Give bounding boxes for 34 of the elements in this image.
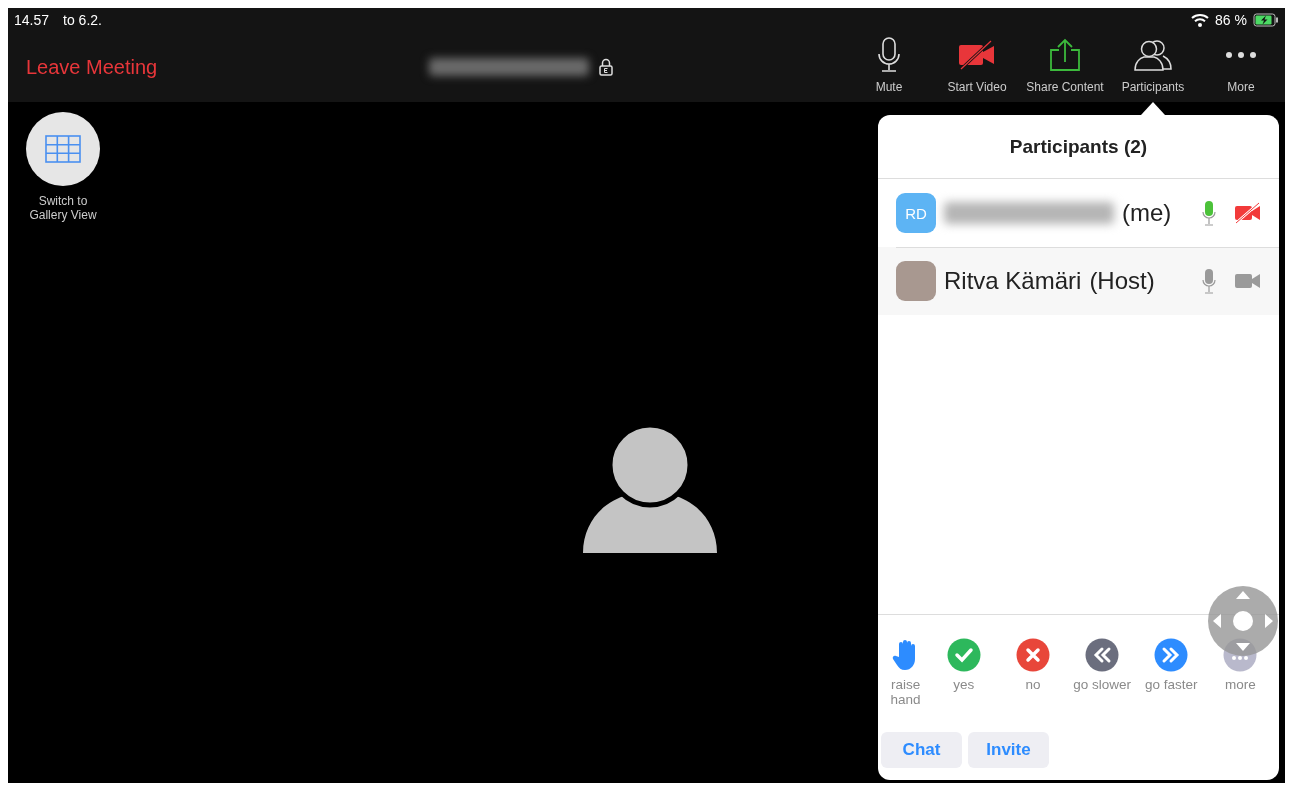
participant-role: (Host)	[1089, 267, 1155, 295]
cross-circle-icon	[1015, 638, 1050, 672]
check-circle-icon	[946, 638, 981, 672]
participant-row[interactable]: RD (me)	[878, 179, 1279, 247]
grid-icon	[45, 135, 81, 163]
panel-button[interactable]: Chat	[881, 732, 962, 768]
person-silhouette-icon	[582, 425, 718, 555]
start-video-button[interactable]: Start Video	[933, 32, 1021, 115]
reaction-button[interactable]: yes	[930, 637, 997, 710]
panel-button[interactable]: Invite	[968, 732, 1049, 768]
status-date: to 6.2.	[63, 12, 102, 28]
participant-name: Ritva Kämäri	[944, 267, 1082, 295]
floating-navigation-overlay[interactable]	[1207, 585, 1279, 657]
participant-role: (me)	[1122, 199, 1172, 227]
panel-title: Participants (2)	[878, 115, 1279, 179]
people-icon	[1133, 39, 1173, 71]
reaction-button[interactable]: no	[999, 637, 1066, 710]
initials-avatar: RD	[896, 193, 936, 233]
status-time: 14.57	[14, 12, 50, 28]
wifi-icon	[1191, 13, 1210, 27]
reaction-button[interactable]: go slower	[1069, 637, 1136, 710]
share-content-button[interactable]: Share Content	[1021, 32, 1109, 115]
more-dots-icon	[1224, 49, 1258, 61]
share-upload-icon	[1048, 38, 1082, 72]
reaction-button[interactable]: go faster	[1138, 637, 1205, 710]
video-camera-off-icon	[957, 40, 997, 70]
battery-percent: 86 %	[1215, 12, 1247, 28]
forward-chevrons-icon	[1154, 638, 1189, 672]
reaction-button[interactable]: raise hand	[883, 637, 928, 710]
leave-meeting-button[interactable]: Leave Meeting	[26, 55, 429, 79]
rewind-chevrons-icon	[1085, 638, 1120, 672]
participant-row[interactable]: Ritva Kämäri (Host)	[878, 247, 1279, 315]
mute-button[interactable]: Mute	[845, 32, 933, 115]
more-button[interactable]: More	[1197, 32, 1285, 115]
